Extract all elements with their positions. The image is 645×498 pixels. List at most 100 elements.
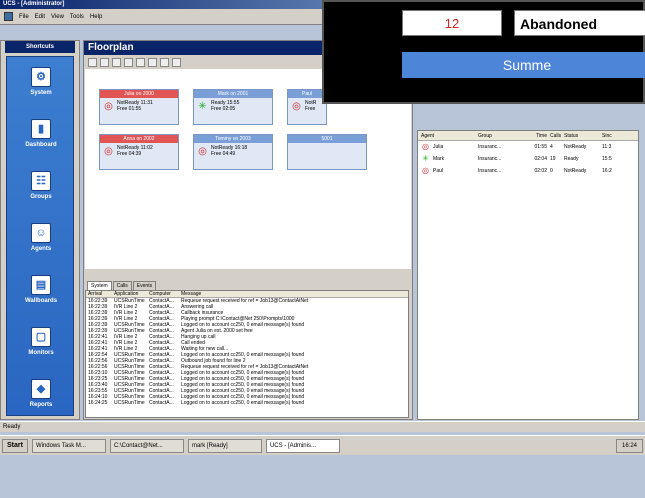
notready-icon: ◎	[198, 145, 207, 157]
column-header-group[interactable]: Group	[478, 131, 528, 140]
agent-cell: 4	[550, 144, 553, 150]
column-header-since[interactable]: Sinc	[602, 131, 638, 140]
agent-card-paul[interactable]: Paul ◎ NotR Free	[287, 89, 327, 125]
notready-icon: ◎	[422, 166, 429, 175]
sidebar-item-groups[interactable]: ☷ Groups	[7, 171, 75, 223]
menu-tools[interactable]: Tools	[70, 14, 84, 20]
agent-card-anna[interactable]: Anna on 2002 ◎ NotReady 11:02 Free 04:39	[99, 134, 179, 170]
agent-cell: 15:5	[602, 156, 612, 162]
card-title: Paul	[288, 90, 326, 98]
card-title: Mark on 2001	[194, 90, 272, 98]
sidebar-item-dashboard[interactable]: ▮ Dashboard	[7, 119, 75, 171]
log-cell: 16:24:25	[88, 400, 108, 406]
abandoned-count: 12	[402, 10, 502, 36]
taskbar-button-mark[interactable]: mark [Ready]	[187, 438, 262, 453]
column-header-message[interactable]: Message	[181, 291, 401, 297]
sidebar-item-monitors[interactable]: ▢ Monitors	[7, 327, 75, 379]
grid-button[interactable]	[172, 57, 181, 67]
agent-row[interactable]: ◎ Paul Insuranc... 02:02 0 NotReady 16:2	[418, 165, 638, 177]
properties-button[interactable]	[136, 57, 145, 67]
column-header-time[interactable]: Time	[528, 131, 550, 140]
agent-cell: 19	[550, 156, 556, 162]
agent-name: Julia	[433, 144, 444, 150]
column-header-arrival[interactable]: Arrival	[86, 291, 114, 297]
log-header-row: Arrival Application Computer Message	[86, 291, 408, 298]
card-state: Free 01:55	[117, 106, 142, 112]
agent-cell: 16:2	[602, 168, 612, 174]
agents-icon: ☺	[31, 223, 51, 243]
agent-cell: 01:55	[534, 144, 547, 150]
log-cell: Logged on to account cc250, 0 email mess…	[181, 400, 305, 406]
new-button[interactable]	[88, 57, 97, 67]
start-button[interactable]: Start	[2, 438, 28, 453]
card-title: 5001	[288, 135, 366, 143]
agent-cell: 11:3	[602, 144, 612, 150]
dashboard-icon: ▮	[31, 119, 51, 139]
agent-name: Paul	[433, 168, 444, 174]
agent-card-5001[interactable]: 5001	[287, 134, 367, 170]
groups-icon: ☷	[31, 171, 51, 191]
agent-cell: ◎ Julia	[418, 141, 478, 153]
wallboard-overlay: 12 Abandoned Summe	[322, 0, 645, 104]
notready-icon: ◎	[292, 100, 301, 112]
notready-icon: ◎	[422, 142, 429, 151]
column-header-computer[interactable]: Computer	[149, 291, 181, 297]
reports-icon: ◆	[31, 379, 51, 399]
align-button[interactable]	[148, 57, 157, 67]
agent-row[interactable]: ◎ Julia Insuranc... 01:55 4 NotReady 11:3	[418, 141, 638, 153]
agent-cell: 0	[550, 168, 553, 174]
menu-view[interactable]: View	[51, 14, 64, 20]
agent-cell: Insuranc...	[478, 144, 502, 150]
taskbar-button-ucs[interactable]: UCS - [Adminis...	[265, 438, 340, 453]
menu-help[interactable]: Help	[90, 14, 102, 20]
taskbar-button-task-manager[interactable]: Windows Task M...	[31, 438, 106, 453]
delete-button[interactable]	[124, 57, 133, 67]
agent-card-mark[interactable]: Mark on 2001 ✳ Ready 15:55 Free 02:05	[193, 89, 273, 125]
agent-card-tommy[interactable]: Tommy on 2003 ◎ NotReady 16:18 Free 04:49	[193, 134, 273, 170]
system-log: Arrival Application Computer Message 16:…	[85, 290, 409, 418]
agent-cell: ✳ Mark	[418, 153, 478, 165]
agent-row[interactable]: ✳ Mark Insuranc... 02:04 19 Ready 15:5	[418, 153, 638, 165]
log-cell: ContactA...	[149, 400, 174, 406]
layout-button[interactable]	[160, 57, 169, 67]
column-header-agent[interactable]: Agent	[418, 131, 478, 140]
agent-cell: NotReady	[564, 168, 587, 174]
ready-icon: ✳	[422, 154, 429, 163]
log-row[interactable]: 16:24:25 UCSRunTime ContactA... Logged on t…	[86, 400, 408, 406]
agents-header-row: Agent Group Time Calls Status Sinc	[418, 131, 638, 141]
menu-file[interactable]: File	[19, 14, 29, 20]
system-icon: ⚙	[31, 67, 51, 87]
agent-card-julia[interactable]: Julia on 2000 ◎ NotReady 11:31 Free 01:55	[99, 89, 179, 125]
agent-cell: Insuranc...	[478, 156, 502, 162]
agent-cell: Insuranc...	[478, 168, 502, 174]
shortcuts-header: Shortcuts	[5, 41, 75, 53]
agent-cell: ◎ Paul	[418, 165, 478, 177]
taskbar-button-explorer[interactable]: C:\Contact@Net...	[109, 438, 184, 453]
agent-cell: 02:04	[534, 156, 547, 162]
card-state: Free 02:05	[211, 106, 236, 112]
copy-button[interactable]	[100, 57, 109, 67]
sidebar-item-agents[interactable]: ☺ Agents	[7, 223, 75, 275]
menu-edit[interactable]: Edit	[35, 14, 45, 20]
notready-icon: ◎	[104, 100, 113, 112]
wallboards-icon: ▤	[31, 275, 51, 295]
card-title: Julia on 2000	[100, 90, 178, 98]
shortcut-bar: ⚙ System ▮ Dashboard ☷ Groups ☺ Agents ▤ Wall…	[6, 56, 74, 416]
column-header-status[interactable]: Status	[564, 131, 602, 140]
column-header-application[interactable]: Application	[114, 291, 149, 297]
card-state: Free	[305, 106, 316, 112]
system-tray-clock[interactable]: 16:24	[615, 438, 643, 453]
column-header-calls[interactable]: Calls	[550, 131, 564, 140]
monitors-icon: ▢	[31, 327, 51, 347]
card-state: Free 04:49	[211, 151, 236, 157]
app-icon[interactable]	[4, 12, 13, 21]
card-title: Tommy on 2003	[194, 135, 272, 143]
notready-icon: ◎	[104, 145, 113, 157]
card-state: Free 04:39	[117, 151, 142, 157]
sidebar-item-wallboards[interactable]: ▤ Wallboards	[7, 275, 75, 327]
agents-pane: Agent Group Time Calls Status Sinc ◎ Juli…	[417, 130, 639, 420]
log-cell: UCSRunTime	[114, 400, 145, 406]
paste-button[interactable]	[112, 57, 121, 67]
sidebar-item-system[interactable]: ⚙ System	[7, 67, 75, 119]
desktop-background	[0, 456, 645, 498]
